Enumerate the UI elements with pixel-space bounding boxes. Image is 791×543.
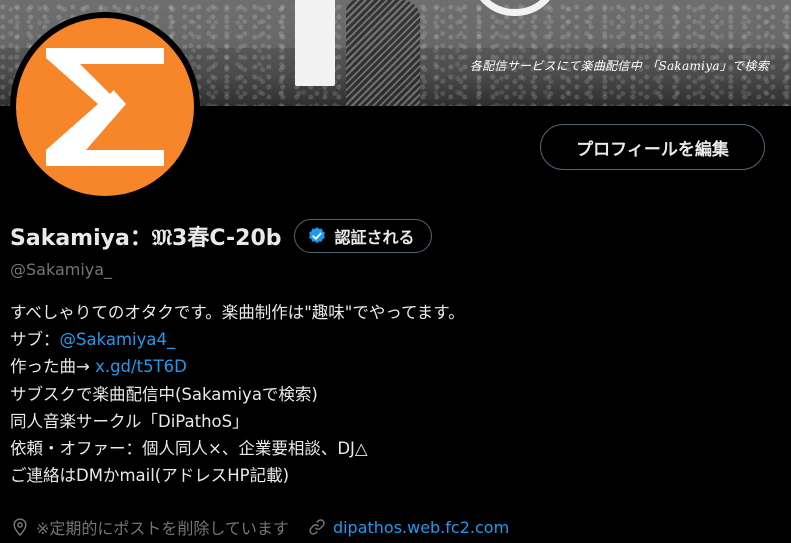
dipathos-logo-icon — [46, 48, 164, 166]
location-pin-icon — [13, 518, 27, 536]
avatar-image — [16, 18, 194, 196]
banner-logo-stroke — [295, 0, 335, 86]
bio-line: 同人音楽サークル「DiPathoS」 — [10, 411, 249, 431]
handle: @Sakamiya_ — [10, 260, 113, 279]
website-item: dipathos.web.fc2.com — [307, 517, 509, 537]
bio: すべしゃりてのオタクです。楽曲制作は"趣味"でやってます。 サブ：@Sakami… — [10, 299, 710, 489]
link-icon — [309, 519, 325, 535]
website-link[interactable]: dipathos.web.fc2.com — [333, 518, 509, 537]
bio-line: ご連絡はDMかmail(アドレスHP記載) — [10, 466, 290, 486]
bio-line: サブ：@Sakamiya4_ — [10, 326, 710, 353]
avatar[interactable] — [10, 12, 200, 202]
get-verified-label: 認証される — [334, 228, 415, 247]
sub-account-link[interactable]: @Sakamiya4_ — [60, 330, 176, 349]
bio-text: 作った曲→ — [10, 357, 96, 377]
verified-badge-icon — [308, 227, 325, 244]
location-text: ※定期的にポストを削除しています — [36, 519, 289, 538]
name-row: Sakamiya：𝔐3春C-20b 認証される — [10, 218, 432, 254]
song-link[interactable]: x.gd/t5T6D — [95, 357, 187, 376]
banner-person — [346, 0, 420, 106]
location-item: ※定期的にポストを削除しています — [10, 515, 289, 539]
bio-line: サブスクで楽曲配信中(Sakamiyaで検索) — [10, 384, 318, 404]
edit-profile-button[interactable]: プロフィールを編集 — [540, 124, 765, 170]
bio-line: 作った曲→ x.gd/t5T6D — [10, 353, 710, 380]
bio-text: サブ： — [10, 330, 60, 350]
bio-line: 依頼・オファー：個人同人×、企業要相談、DJ△ — [10, 439, 368, 459]
display-name: Sakamiya：𝔐3春C-20b — [10, 226, 282, 251]
bio-line: すべしゃりてのオタクです。楽曲制作は"趣味"でやってます。 — [10, 303, 465, 322]
banner-caption: 各配信サービスにて楽曲配信中 「Sakamiya」で検索 — [469, 59, 769, 73]
profile-meta: ※定期的にポストを削除しています dipathos.web.fc2.com — [10, 513, 509, 541]
get-verified-button[interactable]: 認証される — [293, 219, 432, 253]
